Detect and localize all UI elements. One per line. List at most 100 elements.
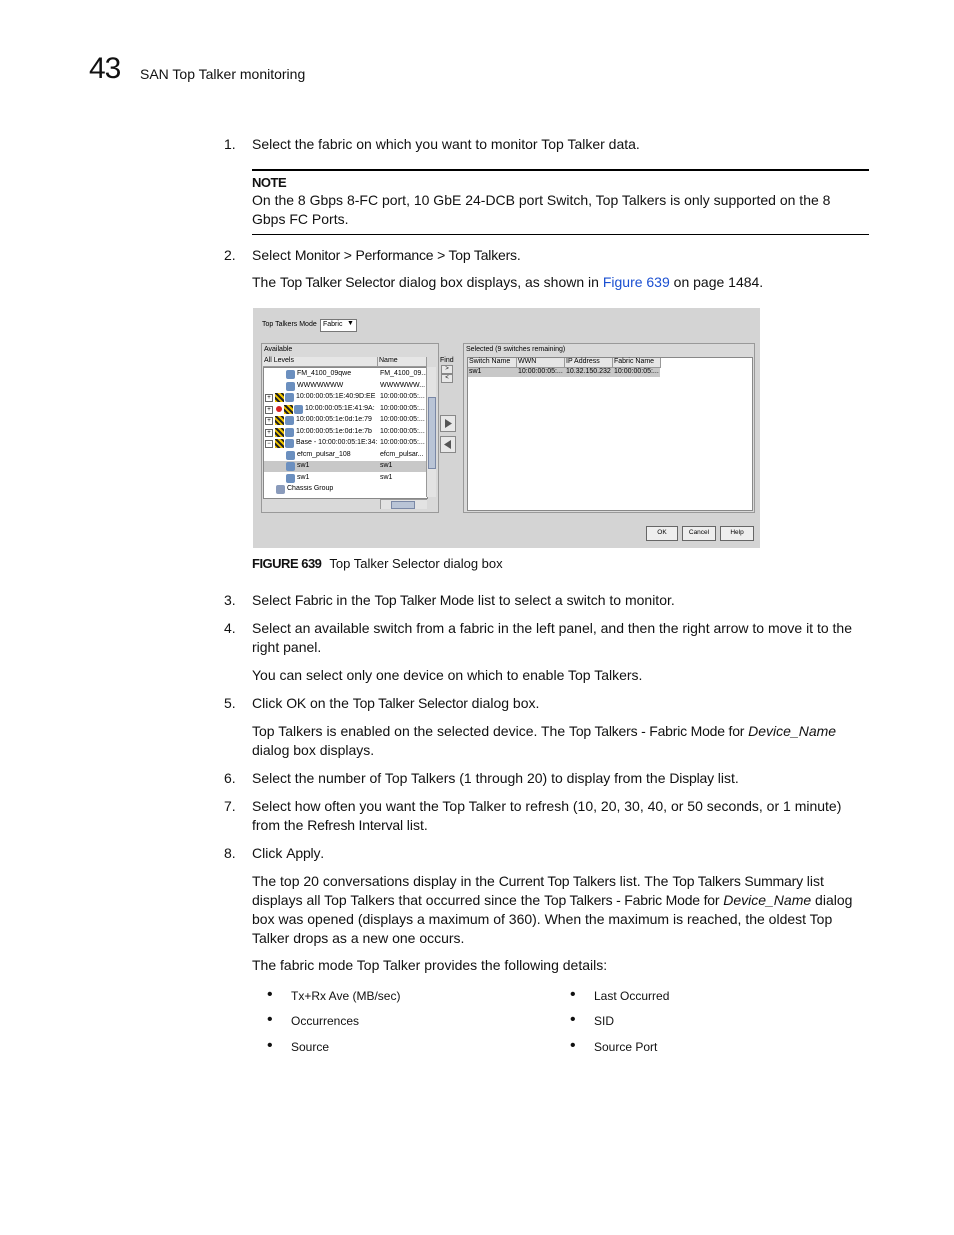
tree-row[interactable]: FM_4100_09qwe FM_4100_09... — [264, 369, 427, 380]
tree-row[interactable]: sw1 sw1 — [264, 473, 427, 484]
tree-label: 10:00:00:05:1e:0d:1e:7b — [296, 427, 372, 435]
text: . — [516, 247, 521, 263]
step-number: 7. — [224, 798, 236, 814]
switch-icon — [285, 439, 294, 448]
ui-term: Fabric — [294, 592, 333, 608]
ui-term: Apply — [286, 845, 321, 861]
available-panel: Available All Levels Name FM_4100_09qwe F… — [261, 343, 439, 513]
figure-caption: FIGURE 639 Top Talker Selector dialog box — [252, 556, 503, 571]
error-status-icon — [276, 405, 282, 412]
switch-icon — [286, 381, 295, 391]
one-device-paragraph: You can select only one device on which … — [252, 667, 643, 683]
col-ip-address[interactable]: IP Address — [565, 358, 613, 368]
detail-text: Source — [291, 1040, 330, 1054]
header-label: WWN — [518, 358, 537, 365]
selected-table[interactable]: Switch Name WWN IP Address Fabric Name s… — [467, 357, 753, 511]
text: list. The — [615, 873, 673, 889]
arrow-right-icon — [445, 419, 452, 428]
bullet-icon: • — [267, 1037, 273, 1054]
step-number: 2. — [224, 247, 236, 263]
tree-row[interactable]: +10:00:00:05:1E:40:9D:EE 10:00:00:05:... — [264, 392, 427, 403]
detail-item: • Source — [267, 1037, 330, 1054]
tree-label: efcm_pulsar_108 — [297, 450, 351, 458]
step-text: Click OK on the Top Talker Selector dial… — [252, 694, 869, 713]
tree-row[interactable]: sw1 sw1 — [264, 461, 427, 472]
detail-item: • Source Port — [570, 1037, 658, 1054]
expand-toggle-icon[interactable]: + — [265, 405, 273, 414]
warning-stripe-icon — [275, 416, 284, 425]
warning-stripe-icon — [275, 439, 284, 448]
detail-text: Source Port — [594, 1040, 658, 1054]
chevron-down-icon: ▼ — [347, 320, 354, 327]
tree-list[interactable]: FM_4100_09qwe FM_4100_09... WWWWWWW WWWWWW.… — [263, 367, 428, 499]
horizontal-scrollbar[interactable] — [380, 499, 427, 509]
tree-name: WWWWWW... — [380, 381, 426, 389]
header-label: Name — [379, 357, 398, 364]
tree-row[interactable]: +10:00:00:05:1e:0d:1e:79 10:00:00:05:... — [264, 415, 427, 426]
expand-toggle-icon[interactable]: + — [265, 417, 273, 425]
mode-value: Fabric — [323, 321, 343, 328]
cancel-button[interactable]: Cancel — [682, 526, 716, 541]
move-right-button[interactable] — [440, 415, 456, 432]
text: dialog box displays, as shown in — [395, 274, 603, 290]
note-box: NOTE On the 8 Gbps 8-FC port, 10 GbE 24-… — [252, 169, 869, 235]
detail-item: • Occurrences — [267, 1011, 360, 1028]
text: dialog box displays. — [252, 742, 375, 758]
tree-row[interactable]: efcm_pulsar_108 efcm_pulsar... — [264, 450, 427, 461]
help-button[interactable]: Help — [720, 526, 754, 541]
tree-name: sw1 — [380, 462, 393, 469]
figure-link[interactable]: Figure 639 — [603, 274, 670, 290]
expand-toggle-icon[interactable]: + — [265, 394, 273, 402]
ui-term: Top Talkers - Fabric Mode for — [569, 723, 745, 739]
hscroll-thumb[interactable] — [391, 501, 415, 509]
tree-row[interactable]: − Base - 10:00:00:05:1E:34: 10:00:00:05:..… — [264, 438, 427, 449]
find-next-button[interactable]: > — [441, 365, 453, 374]
text: Click — [252, 845, 287, 861]
step-text: Select Monitor > Performance > Top Talke… — [252, 246, 869, 265]
text: list. — [713, 770, 739, 786]
ok-button[interactable]: OK — [646, 526, 678, 541]
switch-icon — [285, 393, 294, 402]
step-number: 5. — [224, 695, 236, 711]
tree-row[interactable]: +10:00:00:05:1e:0d:1e:7b 10:00:00:05:... — [264, 427, 427, 438]
scroll-thumb[interactable] — [428, 397, 436, 469]
available-title: Available — [264, 346, 293, 353]
expand-toggle-icon[interactable]: + — [265, 428, 273, 437]
col-all-levels[interactable]: All Levels — [263, 357, 378, 367]
tree-label: 10:00:00:05:1E:41:9A: — [305, 404, 375, 412]
col-name[interactable]: Name — [378, 357, 427, 367]
find-prev-button[interactable]: < — [441, 374, 453, 383]
switch-icon — [285, 427, 294, 437]
ui-term: Top Talker Selector — [352, 695, 468, 711]
ui-term: Top Talker Selector — [280, 274, 396, 290]
bullet-icon: • — [267, 1011, 273, 1028]
detail-text: Last Occurred — [594, 989, 670, 1003]
chassis-group-icon — [276, 485, 285, 494]
step-text: Click Apply. — [252, 844, 869, 863]
col-switch-name[interactable]: Switch Name — [468, 358, 517, 368]
text: Click — [252, 695, 287, 711]
note-heading: NOTE — [252, 175, 287, 190]
ui-term: Top Talkers Summary — [672, 873, 803, 889]
vertical-scrollbar[interactable] — [426, 367, 436, 497]
tree-row[interactable]: WWWWWWW WWWWWW... — [264, 381, 427, 392]
col-fabric-name[interactable]: Fabric Name — [613, 358, 661, 368]
col-wwn[interactable]: WWN — [517, 358, 565, 368]
detail-text: Occurrences — [291, 1014, 360, 1028]
text: The — [252, 274, 281, 290]
table-row[interactable]: sw1 10:00:00:05:... 10.32.150.232 10:00:… — [468, 368, 660, 377]
header-label: All Levels — [264, 357, 294, 364]
header-label: IP Address — [566, 358, 600, 365]
tree-label: FM_4100_09qwe — [297, 370, 352, 377]
expand-toggle-icon[interactable]: − — [265, 440, 273, 448]
tree-row[interactable]: +10:00:00:05:1E:41:9A: 10:00:00:05:... — [264, 404, 427, 415]
mode-select[interactable]: Fabric ▼ — [320, 319, 357, 332]
cell: 10:00:00:05:... — [518, 368, 563, 375]
tree-label: 10:00:00:05:1e:0d:1e:79 — [296, 416, 372, 423]
switch-icon — [286, 450, 295, 460]
tree-label: sw1 — [297, 462, 310, 469]
move-left-button[interactable] — [440, 436, 456, 453]
text: Top Talkers is enabled on the selected d… — [252, 723, 570, 739]
find-label: Find — [440, 357, 454, 364]
tree-row[interactable]: Chassis Group — [264, 484, 427, 495]
